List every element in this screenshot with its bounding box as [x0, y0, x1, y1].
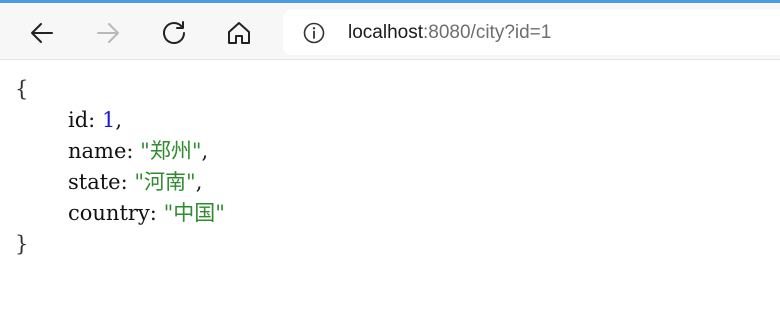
- json-comma: ,: [201, 139, 209, 163]
- json-key: name: [68, 139, 127, 163]
- home-button[interactable]: [221, 15, 257, 51]
- json-field-state: state: "河南",: [68, 170, 203, 194]
- json-value: "郑州": [140, 139, 202, 163]
- info-icon[interactable]: [303, 22, 325, 44]
- json-open-brace: {: [15, 77, 29, 101]
- json-comma: ,: [115, 108, 122, 132]
- json-field-name: name: "郑州",: [68, 139, 209, 163]
- json-key: id: [68, 108, 89, 132]
- back-icon: [31, 23, 53, 43]
- json-value: "河南": [134, 170, 196, 194]
- json-close-brace: }: [15, 232, 29, 256]
- json-value: "中国": [163, 201, 225, 225]
- forward-icon: [97, 23, 119, 43]
- url-path: :8080/city?id=1: [423, 22, 552, 43]
- json-view: { id: 1, name: "郑州", state: "河南", countr…: [15, 74, 225, 260]
- json-field-country: country: "中国": [68, 201, 225, 225]
- url-text[interactable]: localhost:8080/city?id=1: [348, 22, 551, 44]
- forward-button[interactable]: [90, 15, 126, 51]
- address-bar[interactable]: localhost:8080/city?id=1: [283, 10, 780, 55]
- json-comma: ,: [195, 170, 203, 194]
- json-key: country: [68, 201, 150, 225]
- json-value: 1: [101, 108, 116, 132]
- browser-toolbar: localhost:8080/city?id=1: [0, 0, 780, 60]
- back-button[interactable]: [24, 15, 60, 51]
- home-icon: [228, 22, 250, 44]
- json-field-id: id: 1,: [68, 108, 122, 132]
- refresh-button[interactable]: [156, 15, 192, 51]
- url-host: localhost: [348, 22, 423, 43]
- json-key: state: [68, 170, 121, 194]
- refresh-icon: [163, 21, 185, 44]
